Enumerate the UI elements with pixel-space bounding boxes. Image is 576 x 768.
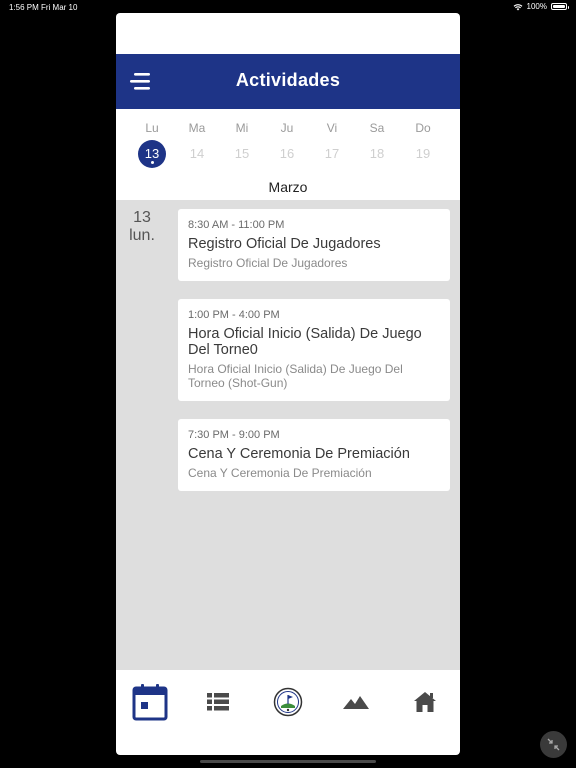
tab-tournament[interactable] (258, 670, 318, 734)
tournament-logo-icon (273, 687, 303, 717)
event-card[interactable]: 7:30 PM - 9:00 PM Cena Y Ceremonia De Pr… (178, 419, 450, 491)
event-title: Registro Oficial De Jugadores (188, 236, 381, 252)
collapse-button[interactable] (540, 731, 567, 758)
event-title: Cena Y Ceremonia De Premiación (188, 446, 410, 462)
tab-mountain[interactable] (326, 670, 386, 734)
event-subtitle: Cena Y Ceremonia De Premiación (188, 466, 372, 480)
day-number: 18 (369, 146, 385, 161)
month-label: Marzo (268, 179, 308, 195)
calendar-icon (132, 684, 168, 721)
event-dot (150, 161, 154, 164)
event-time: 1:00 PM - 4:00 PM (188, 309, 280, 321)
event-card[interactable]: 8:30 AM - 11:00 PM Registro Oficial De J… (178, 209, 450, 281)
week-strip: Lu 13 Ma 14 Mi 15 Ju 16 Vi 17 Sa 18 Do 1… (116, 121, 460, 183)
agenda-date-number: 13 (133, 209, 151, 226)
home-icon (414, 692, 436, 712)
status-time: 1:56 PM (9, 3, 39, 12)
tab-bar (116, 670, 460, 734)
day-name: Vi (326, 121, 338, 135)
day-number: 15 (234, 146, 250, 161)
day-number: 16 (279, 146, 295, 161)
day-name: Ju (280, 121, 294, 135)
event-subtitle: Registro Oficial De Jugadores (188, 256, 348, 270)
event-subtitle: Hora Oficial Inicio (Salida) De Juego De… (188, 362, 403, 390)
collapse-arrows-icon (547, 738, 560, 751)
day-name: Lu (145, 121, 159, 135)
day-name: Ma (188, 121, 206, 135)
day-name: Do (415, 121, 431, 135)
tab-home[interactable] (395, 670, 455, 734)
app-window: Actividades Lu 13 Ma 14 Mi 15 Ju 16 Vi 1… (116, 13, 460, 755)
battery-icon (551, 3, 569, 10)
day-name: Sa (369, 121, 385, 135)
agenda-date: 13 lun. (124, 209, 160, 245)
wifi-icon (513, 3, 522, 10)
tab-list[interactable] (188, 670, 248, 734)
status-bar: 1:56 PM Fri Mar 10 100% (0, 0, 576, 14)
page-title: Actividades (235, 70, 341, 90)
event-time: 8:30 AM - 11:00 PM (188, 219, 285, 231)
day-number: 19 (415, 146, 431, 161)
status-date: Fri Mar 10 (41, 3, 78, 12)
event-time: 7:30 PM - 9:00 PM (188, 429, 280, 441)
agenda-date-weekday: lun. (129, 227, 155, 244)
list-icon (207, 693, 229, 711)
home-indicator (200, 760, 376, 763)
battery-percent: 100% (526, 2, 547, 11)
header-bar: Actividades (116, 54, 460, 109)
mountain-icon (343, 696, 369, 709)
day-name: Mi (235, 121, 249, 135)
status-right: 100% (513, 2, 569, 11)
event-card[interactable]: 1:00 PM - 4:00 PM Hora Oficial Inicio (S… (178, 299, 450, 401)
tab-calendar[interactable] (120, 670, 180, 734)
event-title: Hora Oficial Inicio (Salida) De Juego De… (188, 326, 422, 358)
day-number: 17 (324, 146, 340, 161)
agenda-list[interactable]: 13 lun. 8:30 AM - 11:00 PM Registro Ofic… (116, 200, 460, 670)
day-number: 14 (189, 146, 205, 161)
